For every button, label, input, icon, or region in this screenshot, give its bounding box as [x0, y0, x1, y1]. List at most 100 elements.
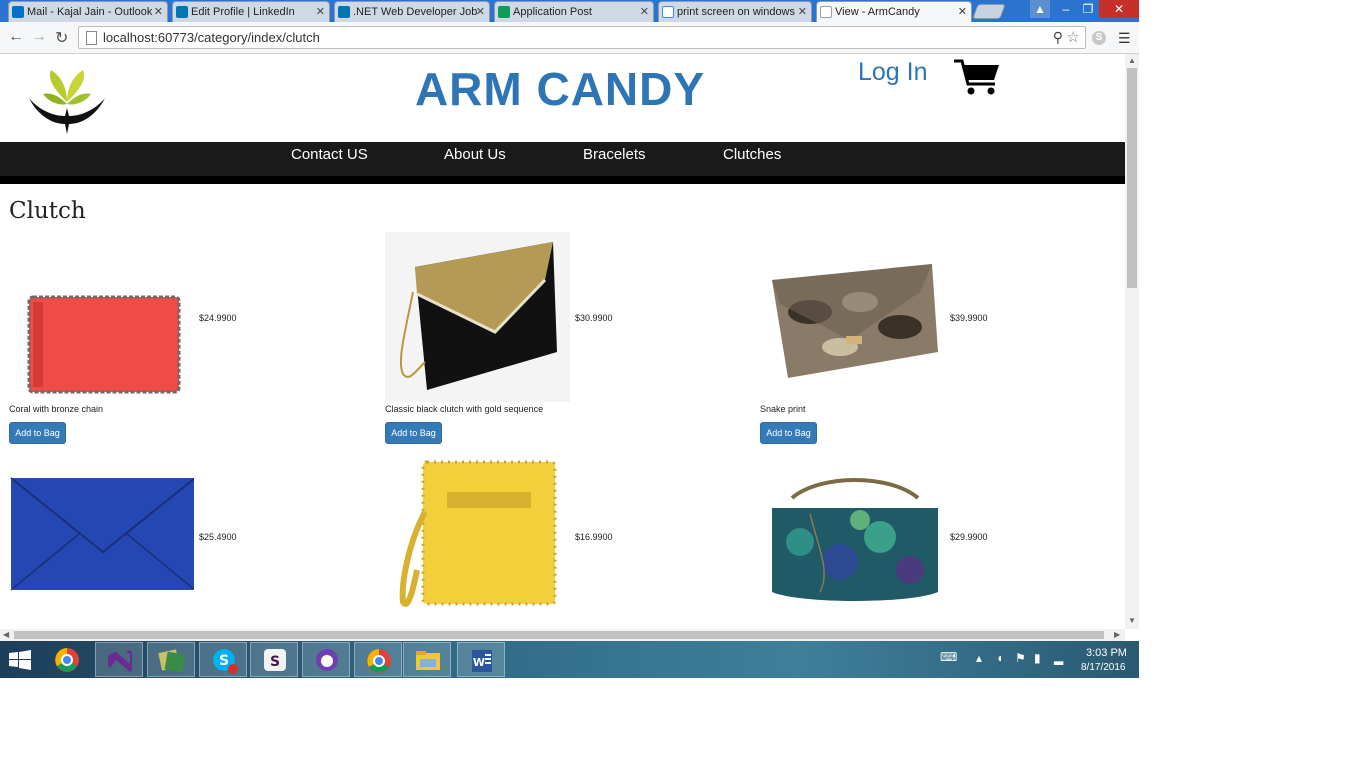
- url-text[interactable]: localhost:60773/category/index/clutch: [103, 30, 320, 45]
- product-card: $29.9900: [760, 452, 1125, 629]
- back-icon[interactable]: ←: [8, 28, 24, 46]
- reload-icon[interactable]: ↻: [55, 28, 68, 48]
- product-card: $39.9900 Snake print Add to Bag: [760, 232, 1125, 452]
- windows-start-icon[interactable]: [9, 650, 31, 670]
- github-taskbar-icon[interactable]: [302, 642, 350, 677]
- scroll-left-icon[interactable]: ◀: [3, 630, 9, 639]
- scroll-up-icon[interactable]: ▲: [1128, 56, 1136, 65]
- nav-about-us[interactable]: About Us: [444, 146, 506, 163]
- scroll-right-icon[interactable]: ▶: [1114, 630, 1120, 639]
- close-tab-icon[interactable]: ✕: [958, 5, 967, 18]
- close-tab-icon[interactable]: ✕: [640, 5, 649, 18]
- clock-date[interactable]: 8/17/2016: [1081, 662, 1126, 673]
- page-icon: [820, 6, 832, 18]
- close-tab-icon[interactable]: ✕: [476, 5, 485, 18]
- flag-icon[interactable]: ⚑: [1015, 651, 1026, 665]
- page-icon: [86, 31, 97, 45]
- clock-time[interactable]: 3:03 PM: [1086, 647, 1127, 659]
- battery-icon[interactable]: ▮: [1034, 651, 1041, 665]
- browser-window: Mail - Kajal Jain - Outlook ✕ Edit Profi…: [0, 0, 1139, 678]
- product-price: $24.9900: [199, 313, 237, 323]
- new-tab-button[interactable]: [972, 4, 1006, 19]
- search-icon[interactable]: ⚲: [1053, 29, 1063, 46]
- product-card: $24.9900 Coral with bronze chain Add to …: [9, 232, 379, 452]
- nav-contact-us[interactable]: Contact US: [291, 146, 368, 163]
- tab-google-search[interactable]: print screen on windows ✕: [658, 1, 812, 22]
- file-explorer-taskbar-icon[interactable]: [403, 642, 451, 677]
- slack-taskbar-icon[interactable]: S: [250, 642, 298, 677]
- show-hidden-icons[interactable]: ▴: [976, 651, 982, 665]
- menu-icon[interactable]: ☰: [1118, 30, 1131, 47]
- add-to-bag-button[interactable]: Add to Bag: [760, 422, 817, 444]
- google-icon: [662, 6, 674, 18]
- horizontal-scroll-thumb[interactable]: [14, 631, 1104, 639]
- tab-label: print screen on windows: [677, 6, 796, 18]
- product-card: $16.9900: [385, 452, 755, 629]
- browser-toolbar: ← → ↻ localhost:60773/category/index/clu…: [0, 22, 1139, 54]
- tab-linkedin-profile[interactable]: Edit Profile | LinkedIn ✕: [172, 1, 330, 22]
- user-icon[interactable]: ▲: [1030, 0, 1050, 18]
- close-tab-icon[interactable]: ✕: [154, 5, 163, 18]
- product-price: $29.9900: [950, 532, 988, 542]
- keyboard-icon[interactable]: ⌨: [940, 650, 957, 664]
- tab-linkedin-job[interactable]: .NET Web Developer Job ✕: [334, 1, 490, 22]
- login-link[interactable]: Log In: [858, 58, 928, 87]
- restore-icon[interactable]: ❐: [1077, 0, 1099, 18]
- product-description: Classic black clutch with gold sequence: [385, 404, 544, 414]
- tab-label: Application Post: [513, 6, 592, 18]
- product-description: Snake print: [760, 404, 806, 414]
- skype-extension-icon[interactable]: S: [1092, 31, 1106, 45]
- page-viewport: ARM CANDY Log In Contact US About Us Bra…: [0, 54, 1125, 629]
- chrome-taskbar-icon[interactable]: [43, 642, 91, 677]
- photos-taskbar-icon[interactable]: [147, 642, 195, 677]
- scroll-down-icon[interactable]: ▼: [1128, 616, 1136, 625]
- network-icon[interactable]: ▂: [1054, 651, 1063, 665]
- product-price: $39.9900: [950, 313, 988, 323]
- product-image[interactable]: [9, 232, 194, 402]
- add-to-bag-button[interactable]: Add to Bag: [385, 422, 442, 444]
- product-price: $25.4900: [199, 532, 237, 542]
- tab-strip: Mail - Kajal Jain - Outlook ✕ Edit Profi…: [0, 0, 1139, 22]
- add-to-bag-button[interactable]: Add to Bag: [9, 422, 66, 444]
- tab-outlook[interactable]: Mail - Kajal Jain - Outlook ✕: [8, 1, 168, 22]
- svg-text:S: S: [270, 654, 280, 670]
- vertical-scroll-thumb[interactable]: [1127, 68, 1137, 288]
- product-image[interactable]: [385, 232, 570, 402]
- linkedin-icon: [176, 6, 188, 18]
- site-navbar: Contact US About Us Bracelets Clutches: [0, 142, 1125, 184]
- screen: Mail - Kajal Jain - Outlook ✕ Edit Profi…: [0, 0, 1366, 768]
- linkedin-icon: [338, 6, 350, 18]
- cart-icon[interactable]: [953, 58, 1001, 98]
- product-image[interactable]: [760, 452, 945, 622]
- product-card: $30.9900 Classic black clutch with gold …: [385, 232, 755, 452]
- nav-bracelets[interactable]: Bracelets: [583, 146, 646, 163]
- address-bar[interactable]: localhost:60773/category/index/clutch ⚲ …: [78, 26, 1086, 49]
- bookmark-star-icon[interactable]: ☆: [1067, 28, 1080, 46]
- product-price: $30.9900: [575, 313, 613, 323]
- windows-taskbar: S S W ⌨ ▴ ◖ ⚑ ▮ ▂ 3:03 PM 8/17/2016: [0, 641, 1139, 678]
- tab-armcandy[interactable]: View - ArmCandy ✕: [816, 1, 972, 22]
- word-taskbar-icon[interactable]: W: [457, 642, 505, 677]
- product-image[interactable]: [385, 452, 570, 622]
- site-title[interactable]: ARM CANDY: [330, 62, 790, 116]
- tab-label: Mail - Kajal Jain - Outlook: [27, 6, 153, 18]
- forward-icon[interactable]: →: [31, 28, 47, 46]
- close-tab-icon[interactable]: ✕: [798, 5, 807, 18]
- tab-application-post[interactable]: Application Post ✕: [494, 1, 654, 22]
- tab-label: Edit Profile | LinkedIn: [191, 6, 295, 18]
- product-image[interactable]: [760, 232, 945, 402]
- skype-taskbar-icon[interactable]: S: [199, 642, 247, 677]
- volume-icon[interactable]: ◖: [996, 651, 1003, 665]
- svg-text:W: W: [473, 656, 485, 669]
- svg-text:S: S: [219, 653, 229, 669]
- sheets-icon: [498, 6, 510, 18]
- site-logo: [29, 70, 105, 134]
- product-card: $25.4900: [9, 452, 379, 629]
- visual-studio-taskbar-icon[interactable]: [95, 642, 143, 677]
- nav-clutches[interactable]: Clutches: [723, 146, 781, 163]
- close-tab-icon[interactable]: ✕: [316, 5, 325, 18]
- close-window-icon[interactable]: ✕: [1099, 0, 1139, 18]
- minimize-icon[interactable]: –: [1055, 0, 1077, 18]
- product-image[interactable]: [9, 452, 194, 622]
- chrome-active-taskbar-icon[interactable]: [354, 642, 402, 677]
